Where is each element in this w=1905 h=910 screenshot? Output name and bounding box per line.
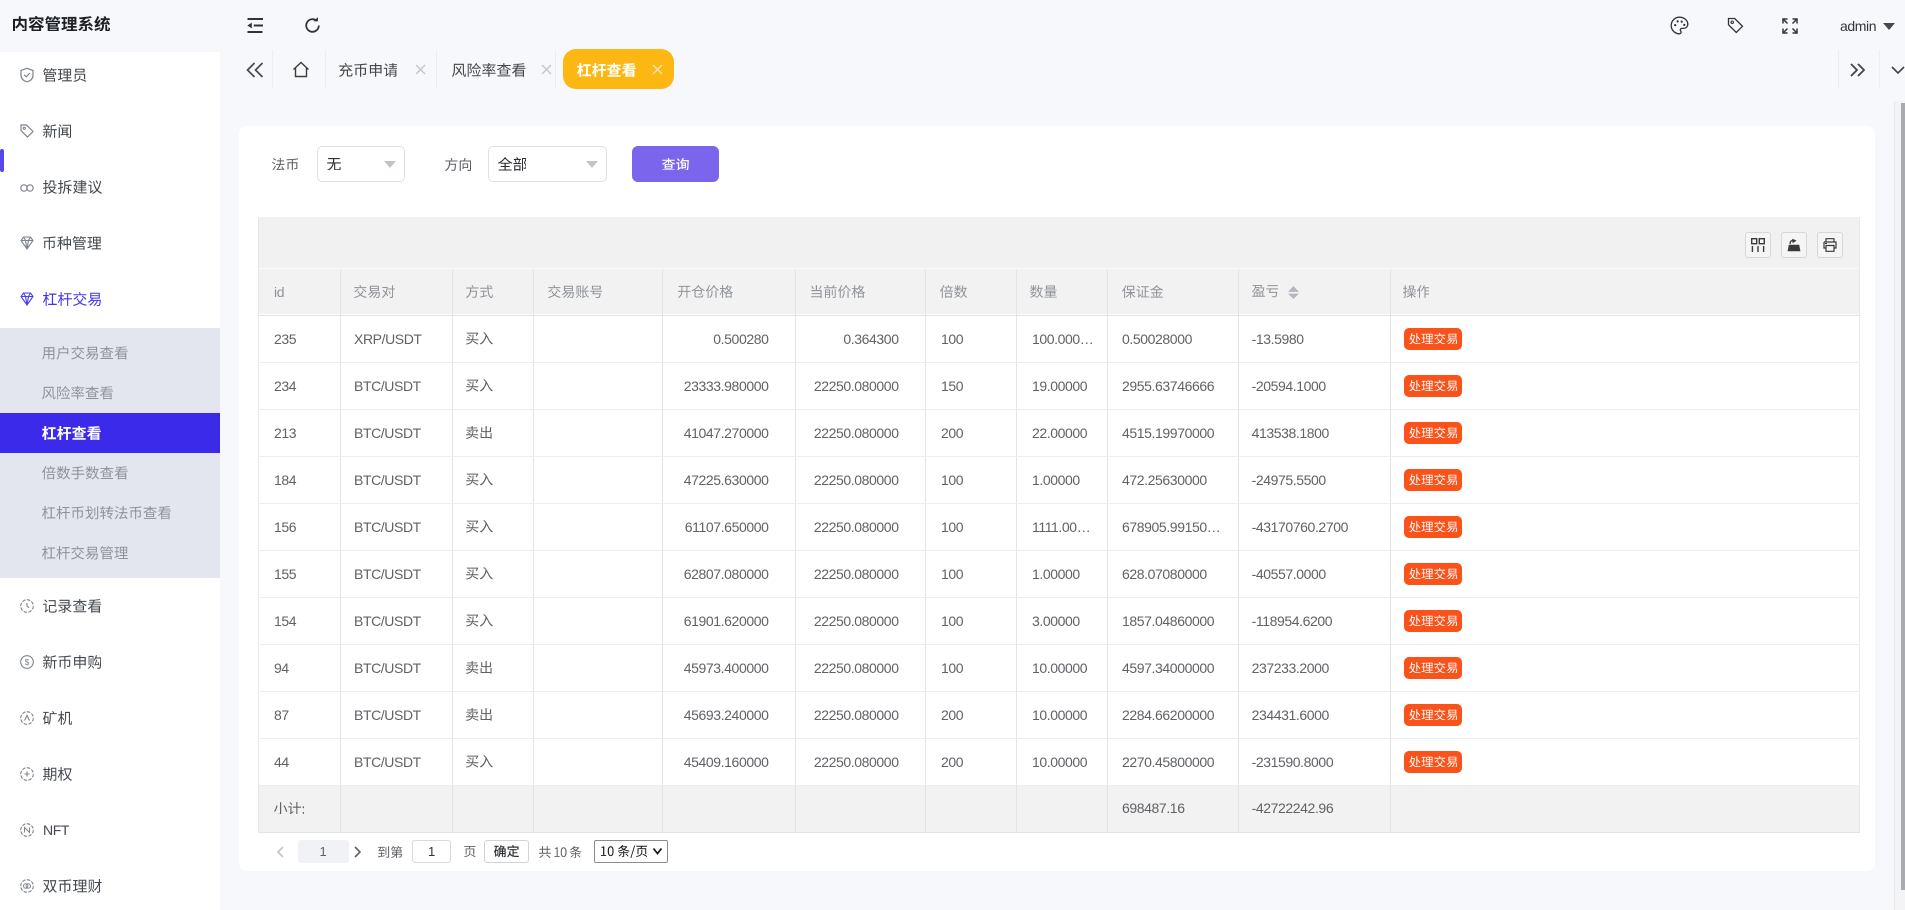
svg-text:$: $ [25, 657, 30, 667]
